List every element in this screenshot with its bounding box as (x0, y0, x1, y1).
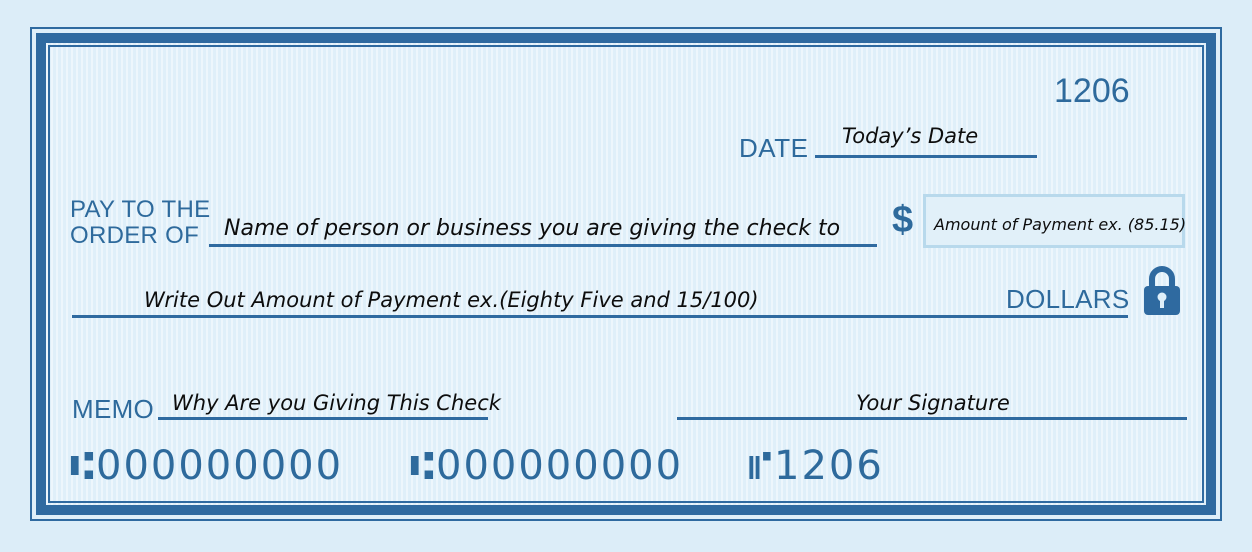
pay-to-label-line1: PAY TO THE (70, 196, 211, 223)
amount-words-line (72, 315, 1128, 318)
dollars-label: DOLLARS (1006, 284, 1130, 314)
micr-routing-number: ⑆000000000 (70, 443, 344, 489)
check: 1206 DATE Today’s Date PAY TO THE ORDER … (30, 27, 1222, 521)
lock-icon (1144, 266, 1180, 315)
signature-line (677, 417, 1187, 420)
check-number: 1206 (1054, 72, 1130, 110)
micr-check-number: ⑈1206 (748, 443, 884, 489)
pay-to-label-line2: ORDER OF (70, 222, 200, 249)
amount-field[interactable]: Amount of Payment ex. (85.15) (934, 215, 1186, 234)
payee-line (209, 244, 877, 247)
memo-line (158, 417, 488, 420)
memo-label: MEMO (72, 394, 155, 424)
date-line (815, 155, 1037, 158)
memo-field[interactable]: Why Are you Giving This Check (172, 391, 501, 415)
pay-to-label: PAY TO THE ORDER OF (70, 197, 210, 249)
dollar-sign: $ (892, 199, 914, 241)
micr-account-number: ⑆000000000 (410, 443, 684, 489)
check-inner-border (48, 45, 1204, 503)
signature-field[interactable]: Your Signature (856, 391, 1010, 415)
payee-field[interactable]: Name of person or business you are givin… (224, 216, 840, 241)
date-field[interactable]: Today’s Date (842, 124, 978, 148)
amount-words-field[interactable]: Write Out Amount of Payment ex.(Eighty F… (144, 288, 759, 312)
date-label: DATE (739, 133, 809, 163)
